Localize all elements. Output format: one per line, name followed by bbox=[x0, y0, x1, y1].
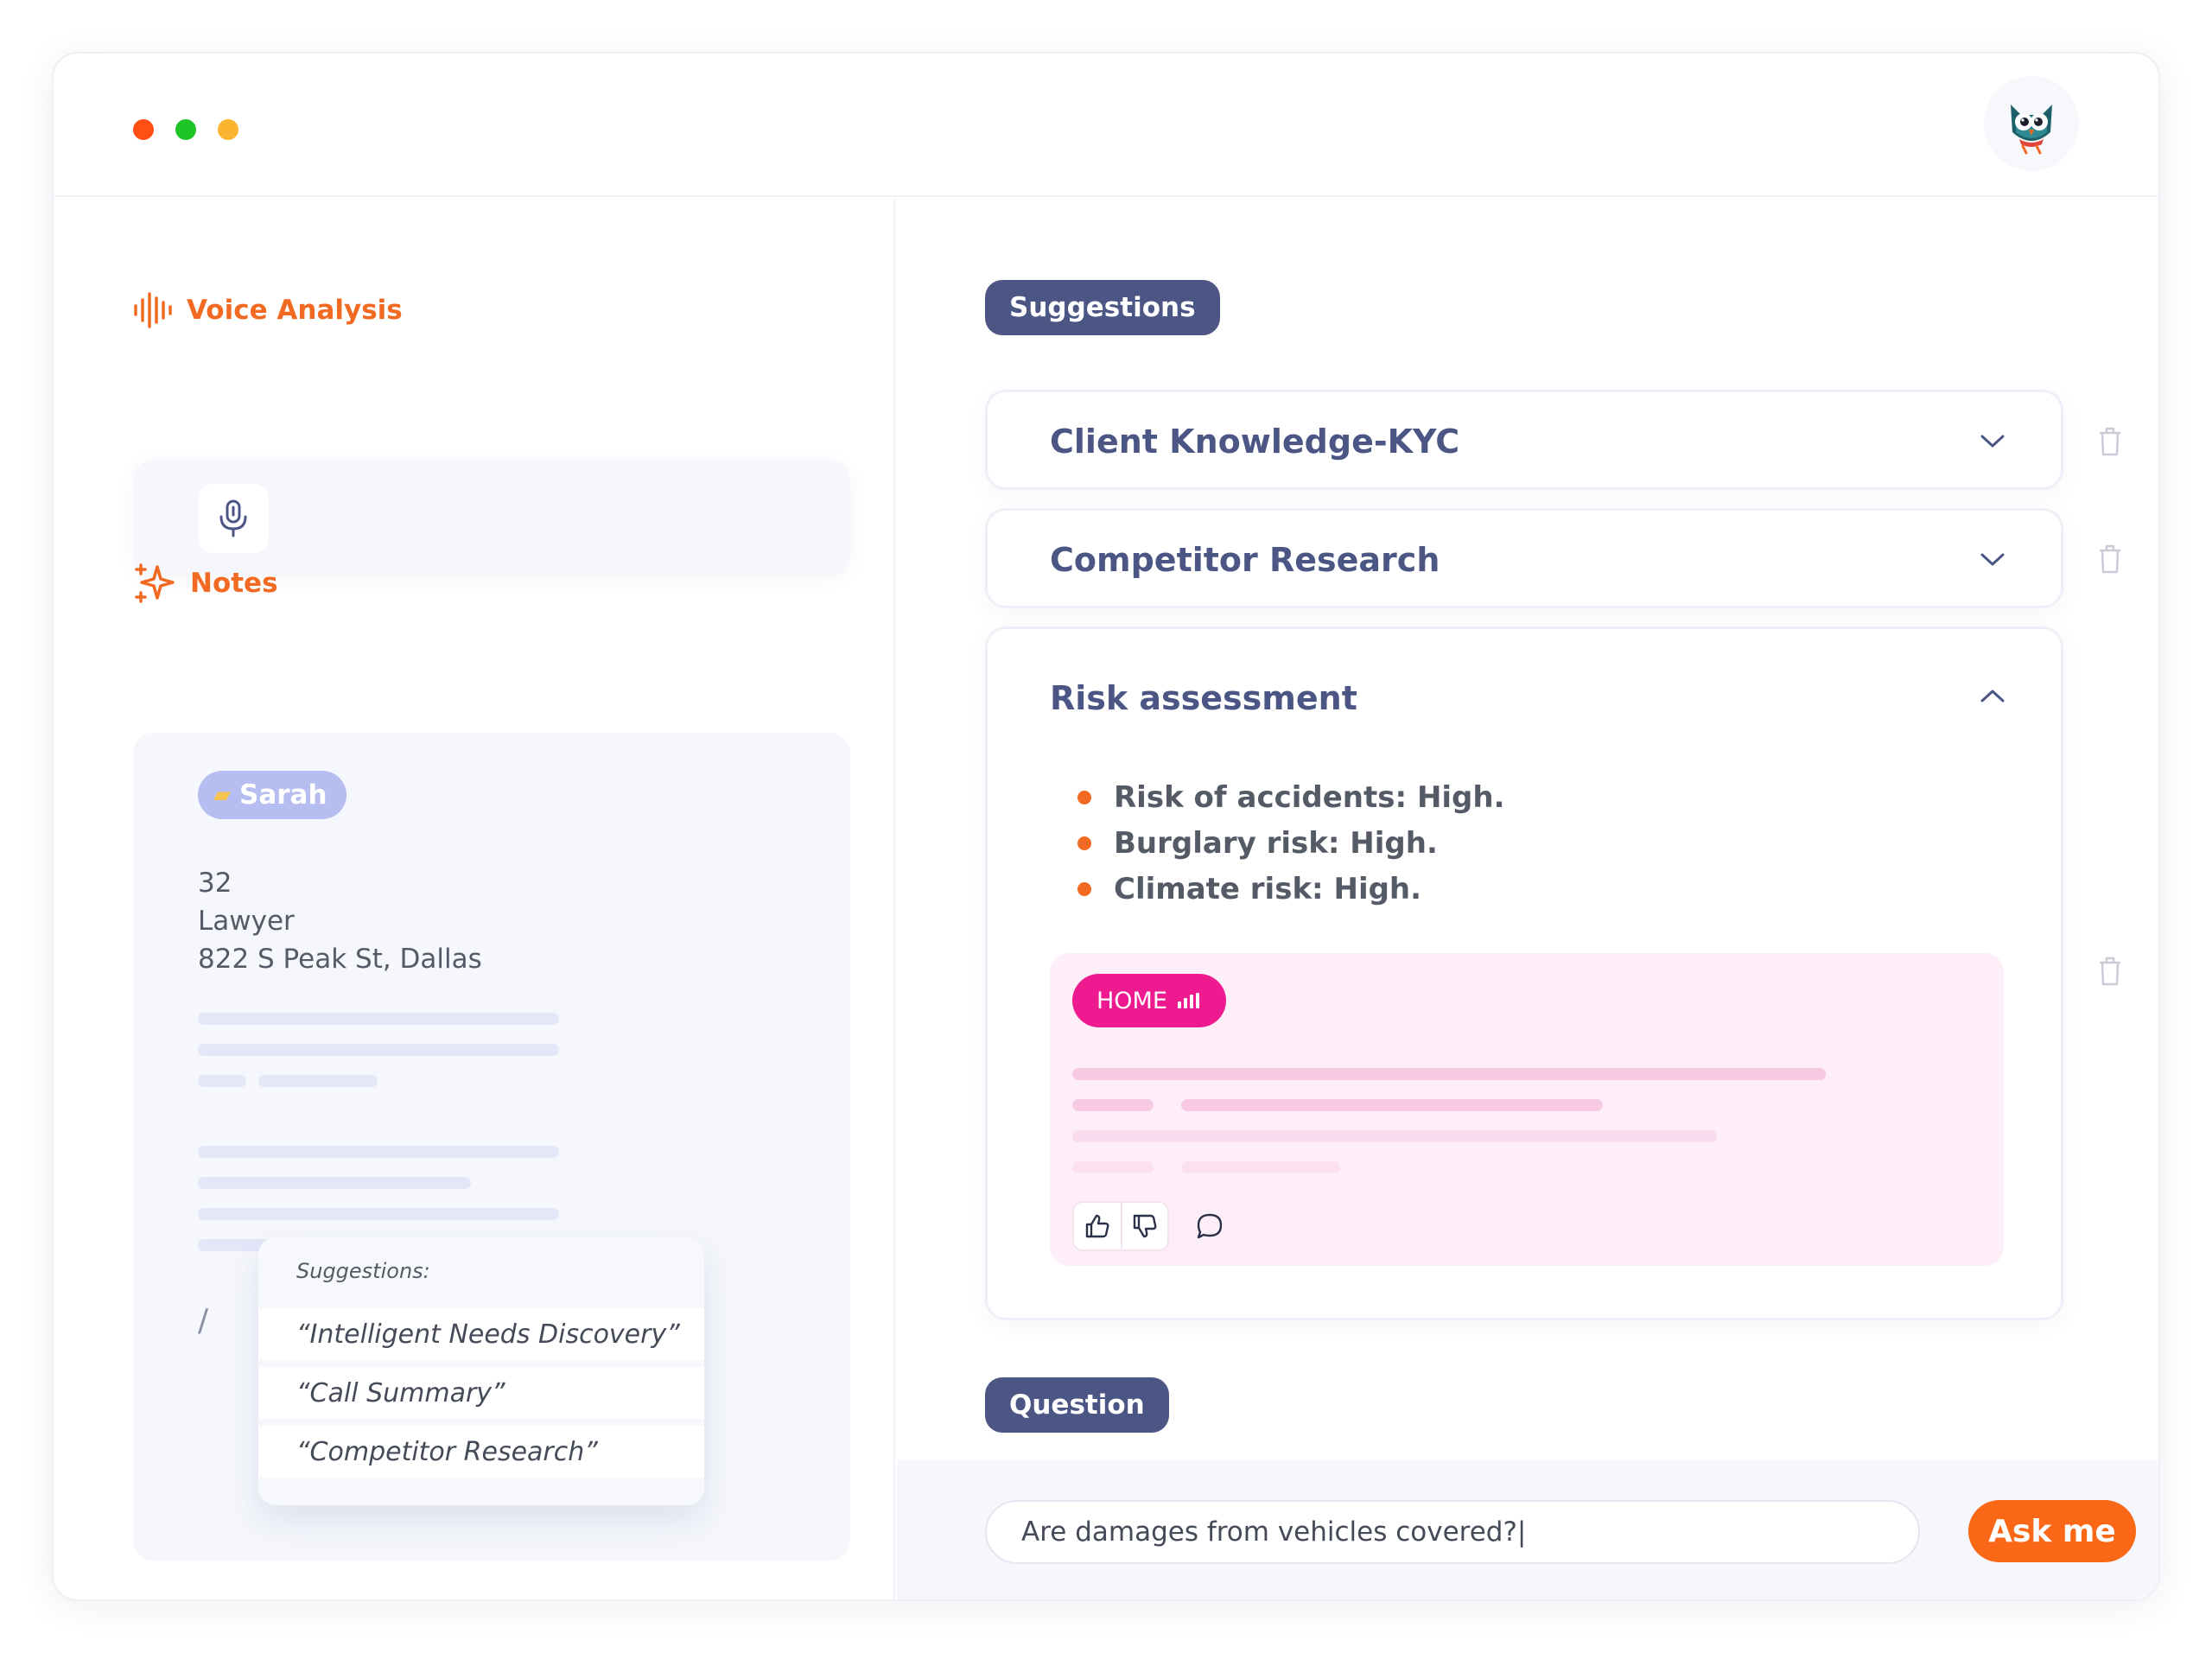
popup-item-competitor-research[interactable]: “Competitor Research” bbox=[258, 1426, 704, 1478]
text-placeholder bbox=[1072, 1068, 1826, 1080]
popup-item-call-summary[interactable]: “Call Summary” bbox=[258, 1367, 704, 1419]
close-window-button[interactable] bbox=[133, 119, 154, 140]
maximize-window-button[interactable] bbox=[218, 119, 238, 140]
home-badge-label: HOME bbox=[1096, 987, 1167, 1014]
insight-card: HOME bbox=[1050, 953, 2004, 1266]
accordion-title: Client Knowledge-KYC bbox=[1050, 423, 1460, 461]
chevron-down-icon[interactable] bbox=[1980, 432, 2005, 449]
risk-text: Risk of accidents: High. bbox=[1114, 779, 1505, 815]
bullet-icon bbox=[1077, 790, 1091, 804]
text-placeholder bbox=[258, 1075, 378, 1087]
slash-command: / bbox=[198, 1303, 209, 1338]
microphone-icon bbox=[219, 499, 247, 537]
signal-bars-icon bbox=[1177, 993, 1202, 1008]
thumbs-down-icon bbox=[1133, 1214, 1157, 1238]
question-bar: Ask me bbox=[897, 1460, 2158, 1599]
folder-icon: ▰ bbox=[213, 782, 231, 808]
trash-icon[interactable] bbox=[2097, 956, 2123, 987]
title-bar bbox=[54, 54, 2158, 197]
note-occupation: Lawyer bbox=[198, 906, 295, 937]
accordion-client-knowledge[interactable]: Client Knowledge-KYC bbox=[985, 390, 2063, 490]
accordion-title: Risk assessment bbox=[1050, 679, 1357, 717]
risk-list: Risk of accidents: High. Burglary risk: … bbox=[1077, 774, 1505, 912]
thumbs-up-button[interactable] bbox=[1074, 1203, 1121, 1249]
text-placeholder bbox=[198, 1177, 471, 1189]
text-placeholder bbox=[198, 1208, 559, 1220]
minimize-window-button[interactable] bbox=[175, 119, 196, 140]
accordion-risk-assessment: Risk assessment Risk of accidents: High.… bbox=[985, 626, 2063, 1320]
popup-item-needs-discovery[interactable]: “Intelligent Needs Discovery” bbox=[258, 1308, 704, 1360]
bullet-icon bbox=[1077, 836, 1091, 850]
feedback-buttons bbox=[1072, 1201, 1169, 1251]
list-item: Burglary risk: High. bbox=[1077, 820, 1505, 866]
question-input[interactable] bbox=[985, 1500, 1920, 1564]
app-window: Voice Analysis Notes ▰ Sarah 32 Lawyer 8… bbox=[52, 52, 2160, 1601]
owl-avatar-icon bbox=[2011, 105, 2052, 155]
thumbs-down-button[interactable] bbox=[1120, 1203, 1167, 1249]
notes-header: Notes bbox=[133, 562, 278, 605]
text-placeholder bbox=[198, 1013, 559, 1025]
suggestions-label: Suggestions bbox=[985, 280, 1220, 335]
comment-icon bbox=[1197, 1213, 1223, 1239]
text-placeholder bbox=[1072, 1161, 1154, 1173]
client-tag[interactable]: ▰ Sarah bbox=[198, 771, 346, 819]
text-placeholder bbox=[1181, 1099, 1603, 1111]
text-placeholder bbox=[198, 1044, 559, 1056]
trash-icon[interactable] bbox=[2097, 426, 2123, 457]
accordion-title: Competitor Research bbox=[1050, 541, 1440, 579]
right-panel: Suggestions Client Knowledge-KYC Competi… bbox=[897, 199, 2158, 1599]
suggestions-popup: Suggestions: “Intelligent Needs Discover… bbox=[258, 1237, 704, 1505]
trash-icon[interactable] bbox=[2097, 544, 2123, 575]
waveform-icon bbox=[134, 292, 172, 328]
bullet-icon bbox=[1077, 881, 1091, 896]
thumbs-up-icon bbox=[1085, 1214, 1109, 1238]
comment-button[interactable] bbox=[1188, 1205, 1231, 1248]
voice-analysis-title: Voice Analysis bbox=[187, 295, 403, 326]
text-placeholder bbox=[1181, 1161, 1340, 1173]
home-badge[interactable]: HOME bbox=[1072, 974, 1226, 1027]
text-placeholder bbox=[198, 1146, 559, 1158]
avatar[interactable] bbox=[1984, 76, 2079, 171]
note-age: 32 bbox=[198, 868, 232, 899]
list-item: Climate risk: High. bbox=[1077, 866, 1505, 912]
chevron-down-icon[interactable] bbox=[1980, 550, 2005, 568]
note-address: 822 S Peak St, Dallas bbox=[198, 944, 482, 975]
notes-title: Notes bbox=[190, 568, 278, 599]
voice-analysis-header: Voice Analysis bbox=[133, 292, 403, 328]
chevron-up-icon[interactable] bbox=[1980, 688, 2005, 705]
popup-title: Suggestions: bbox=[296, 1259, 430, 1283]
text-placeholder bbox=[1072, 1099, 1154, 1111]
risk-text: Burglary risk: High. bbox=[1114, 825, 1438, 861]
microphone-button[interactable] bbox=[198, 484, 269, 553]
risk-text: Climate risk: High. bbox=[1114, 871, 1422, 906]
client-tag-label: Sarah bbox=[239, 779, 327, 811]
voice-recorder bbox=[133, 460, 850, 575]
list-item: Risk of accidents: High. bbox=[1077, 774, 1505, 820]
question-label: Question bbox=[985, 1377, 1169, 1433]
ask-me-button[interactable]: Ask me bbox=[1968, 1500, 2136, 1562]
sparkle-icon bbox=[135, 563, 175, 603]
text-placeholder bbox=[1072, 1130, 1717, 1142]
text-placeholder bbox=[198, 1075, 246, 1087]
accordion-competitor-research[interactable]: Competitor Research bbox=[985, 508, 2063, 608]
